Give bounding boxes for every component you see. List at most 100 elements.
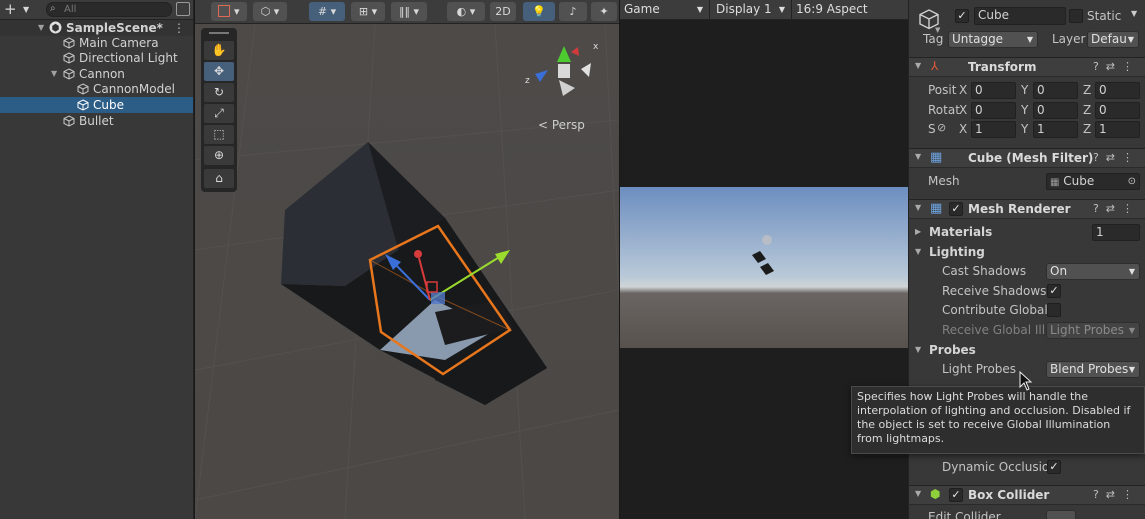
hierarchy-item-main-camera[interactable]: Main Camera bbox=[0, 35, 193, 51]
mesh-object-field[interactable]: ▦ Cube ⊙ bbox=[1046, 173, 1140, 190]
display-dropdown[interactable]: Display 1 ▼ bbox=[712, 0, 790, 20]
svg-text:x: x bbox=[593, 42, 599, 52]
scale-tool-icon[interactable]: ⤢ bbox=[204, 104, 234, 123]
audio-icon: ♪ bbox=[569, 5, 577, 18]
add-object-button[interactable]: + ▼ bbox=[4, 1, 38, 18]
draw-mode-dropdown[interactable]: ▾ bbox=[211, 2, 247, 21]
component-header-icons[interactable]: ?⇄⋮ bbox=[1093, 488, 1140, 501]
materials-label[interactable]: Materials bbox=[929, 225, 992, 239]
perspective-label[interactable]: < Persp bbox=[538, 118, 585, 132]
scene-view[interactable]: ▾ ⬡ ▾ # ▾ ⊞ ▾ ‖‖ ▾ ◐ ▾ 2D 💡 ♪ ✦ z x ✋ ✥ … bbox=[195, 0, 619, 519]
static-checkbox[interactable] bbox=[1069, 9, 1083, 23]
mesh-filter-header[interactable]: ▼ ▦ Cube (Mesh Filter) ?⇄⋮ bbox=[909, 148, 1145, 168]
hierarchy-item-cannon[interactable]: ▼ Cannon bbox=[0, 66, 193, 82]
scale-x-value: 1 bbox=[975, 122, 983, 136]
probes-section-label[interactable]: Probes bbox=[929, 343, 976, 357]
custom-tool-icon[interactable]: ⌂ bbox=[204, 169, 234, 188]
hierarchy-item-bullet[interactable]: Bullet bbox=[0, 113, 193, 129]
hierarchy-item-cube[interactable]: Cube bbox=[0, 97, 193, 113]
chevron-down-icon: ▼ bbox=[1128, 365, 1135, 374]
receive-shadows-checkbox[interactable]: ✓ bbox=[1047, 284, 1061, 298]
fold-arrow-icon[interactable]: ▼ bbox=[915, 203, 921, 212]
ruler-icon: ‖‖ bbox=[398, 5, 410, 18]
expand-arrow-icon[interactable]: ▼ bbox=[38, 20, 44, 36]
effects-icon: ✦ bbox=[599, 5, 609, 18]
mesh-renderer-enabled-checkbox[interactable]: ✓ bbox=[949, 202, 963, 216]
rotation-x-field[interactable]: 0 bbox=[971, 102, 1016, 119]
light-probes-dropdown[interactable]: Blend Probes ▼ bbox=[1046, 361, 1140, 378]
box-collider-header[interactable]: ▼ ⬢ ✓ Box Collider ?⇄⋮ bbox=[909, 485, 1145, 505]
scale-x-field[interactable]: 1 bbox=[971, 121, 1016, 138]
hierarchy-panel: + ▼ ⌕ All ▼ SampleScene* ⋮ Main Camera Di… bbox=[0, 0, 194, 519]
static-dropdown-icon[interactable]: ▼ bbox=[1131, 9, 1137, 18]
box-collider-enabled-checkbox[interactable]: ✓ bbox=[949, 488, 963, 502]
scene-viewport[interactable]: z x bbox=[195, 24, 619, 519]
hierarchy-item-cannonmodel[interactable]: CannonModel bbox=[0, 81, 193, 97]
transform-header[interactable]: ▼ ⅄ Transform ?⇄⋮ bbox=[909, 57, 1145, 77]
game-render-view bbox=[620, 187, 908, 348]
contribute-gi-checkbox[interactable] bbox=[1047, 303, 1061, 317]
receive-gi-dropdown[interactable]: Light Probes ▼ bbox=[1046, 322, 1140, 339]
fold-arrow-icon[interactable]: ▼ bbox=[915, 345, 921, 354]
lighting-section-label[interactable]: Lighting bbox=[929, 245, 985, 259]
layer-dropdown[interactable]: Defau ▼ bbox=[1087, 31, 1139, 48]
fold-arrow-icon[interactable]: ▼ bbox=[915, 247, 921, 256]
cast-shadows-value: On bbox=[1050, 264, 1068, 278]
hierarchy-item-directional-light[interactable]: Directional Light bbox=[0, 50, 193, 66]
tag-dropdown[interactable]: Untagge ▼ bbox=[948, 31, 1038, 48]
component-header-icons[interactable]: ?⇄⋮ bbox=[1093, 151, 1140, 164]
transform-icon: ⅄ bbox=[931, 59, 939, 73]
chevron-down-icon: ▼ bbox=[1127, 35, 1134, 44]
component-header-icons[interactable]: ?⇄⋮ bbox=[1093, 202, 1140, 215]
effects-toggle-button[interactable]: ✦ bbox=[591, 2, 617, 21]
hierarchy-search-input[interactable]: ⌕ All bbox=[46, 2, 172, 17]
position-y-field[interactable]: 0 bbox=[1033, 82, 1078, 99]
hand-tool-icon[interactable]: ✋ bbox=[204, 41, 234, 60]
rotate-tool-icon[interactable]: ↻ bbox=[204, 83, 234, 102]
transform-tool-icon[interactable]: ⊕ bbox=[204, 146, 234, 165]
lighting-toggle-button[interactable]: 💡 bbox=[523, 2, 555, 21]
rect-tool-icon[interactable]: ⬚ bbox=[204, 125, 234, 144]
audio-toggle-button[interactable]: ♪ bbox=[559, 2, 587, 21]
expand-arrow-icon[interactable]: ▼ bbox=[51, 66, 57, 82]
axis-y-label: Y bbox=[1021, 83, 1029, 97]
link-icon[interactable]: ⊘ bbox=[937, 121, 946, 134]
axis-y-label: Y bbox=[1021, 122, 1029, 136]
fold-arrow-icon[interactable]: ▼ bbox=[915, 61, 921, 70]
edit-collider-button[interactable] bbox=[1046, 510, 1076, 519]
position-label: Posit bbox=[928, 83, 957, 97]
position-z-field[interactable]: 0 bbox=[1095, 82, 1140, 99]
mesh-renderer-header[interactable]: ▼ ▦ ✓ Mesh Renderer ?⇄⋮ bbox=[909, 199, 1145, 219]
render-mode-dropdown[interactable]: ⬡ ▾ bbox=[253, 2, 287, 21]
rotation-z-field[interactable]: 0 bbox=[1095, 102, 1140, 119]
kebab-menu-icon[interactable]: ⋮ bbox=[173, 20, 185, 36]
cast-shadows-dropdown[interactable]: On ▼ bbox=[1046, 263, 1140, 280]
fold-arrow-icon[interactable]: ▼ bbox=[915, 489, 921, 498]
toggle-2d-button[interactable]: 2D bbox=[490, 2, 516, 21]
active-checkbox[interactable]: ✓ bbox=[955, 9, 969, 23]
snap-increment-dropdown[interactable]: ⊞ ▾ bbox=[351, 2, 385, 21]
scale-z-field[interactable]: 1 bbox=[1095, 121, 1140, 138]
object-name-input[interactable]: Cube bbox=[974, 7, 1066, 25]
fold-arrow-icon[interactable]: ▼ bbox=[915, 152, 921, 161]
lock-icon[interactable] bbox=[176, 2, 190, 16]
aspect-dropdown[interactable]: 16:9 Aspect bbox=[792, 0, 908, 20]
grid-snap-dropdown[interactable]: # ▾ bbox=[309, 2, 345, 21]
scene-root-item[interactable]: ▼ SampleScene* ⋮ bbox=[0, 20, 193, 36]
fold-arrow-icon[interactable]: ▶ bbox=[915, 227, 921, 236]
light-probes-label: Light Probes bbox=[942, 362, 1017, 376]
shading-mode-dropdown[interactable]: ◐ ▾ bbox=[447, 2, 485, 21]
component-header-icons[interactable]: ?⇄⋮ bbox=[1093, 60, 1140, 73]
mesh-filter-title: Cube (Mesh Filter) bbox=[968, 151, 1094, 165]
chevron-down-icon: ▼ bbox=[1026, 35, 1033, 44]
game-view-dropdown[interactable]: Game ▼ bbox=[620, 0, 708, 20]
move-tool-icon[interactable]: ✥ bbox=[204, 62, 234, 81]
position-x-field[interactable]: 0 bbox=[971, 82, 1016, 99]
light-probes-tooltip: Specifies how Light Probes will handle t… bbox=[851, 386, 1145, 454]
dynamic-occlusion-checkbox[interactable]: ✓ bbox=[1047, 460, 1061, 474]
scale-y-field[interactable]: 1 bbox=[1033, 121, 1078, 138]
object-picker-icon[interactable]: ⊙ bbox=[1128, 174, 1136, 189]
incremental-snap-dropdown[interactable]: ‖‖ ▾ bbox=[391, 2, 427, 21]
rotation-y-field[interactable]: 0 bbox=[1033, 102, 1078, 119]
materials-count-field[interactable]: 1 bbox=[1092, 224, 1140, 241]
